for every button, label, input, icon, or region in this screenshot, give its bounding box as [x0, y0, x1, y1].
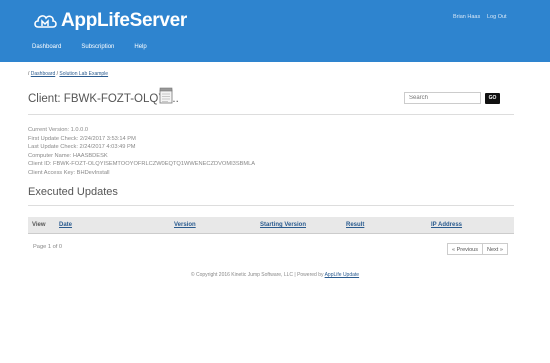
next-page-button[interactable]: Next »: [482, 243, 508, 255]
current-version: Current Version: 1.0.0.0: [28, 127, 89, 133]
breadcrumb-dashboard[interactable]: Dashboard: [31, 71, 55, 77]
client-id: Client ID: FBWK-FOZT-OLQYISEMTOOYOFRLCZW…: [28, 161, 256, 168]
main-nav: Dashboard Subscription Help: [32, 44, 167, 50]
updates-table-header: View Date Version Starting Version Resul…: [28, 217, 514, 234]
column-result[interactable]: Result: [346, 222, 364, 228]
search-go-button[interactable]: GO: [485, 93, 500, 104]
brand-name: AppLifeServer: [61, 10, 187, 31]
breadcrumb: / Dashboard / Solution Lab Example: [28, 71, 109, 77]
top-navigation-bar: AppLifeServer Brian Haas Log Out Dashboa…: [0, 0, 550, 62]
first-update-check: First Update Check: 2/24/2017 3:53:14 PM: [28, 135, 136, 142]
page-title: Client: FBWK-FOZT-OLQYI...: [28, 93, 179, 105]
divider: [28, 205, 514, 206]
footer: © Copyright 2016 Kinetic Jump Software, …: [0, 272, 550, 278]
client-access-key: Client Access Key: BHDevInstall: [28, 169, 110, 176]
nav-help[interactable]: Help: [134, 44, 146, 50]
search-input[interactable]: [404, 92, 481, 104]
user-name-link[interactable]: Brian Haas: [453, 14, 480, 20]
last-update-check: Last Update Check: 2/24/2017 4:03:49 PM: [28, 144, 136, 151]
cloud-icon: [34, 15, 57, 28]
executed-updates-title: Executed Updates: [28, 186, 118, 198]
column-starting-version[interactable]: Starting Version: [260, 222, 306, 228]
applife-update-link[interactable]: AppLife Update: [325, 272, 359, 278]
page-count: Page 1 of 0: [33, 244, 63, 250]
logout-link[interactable]: Log Out: [487, 14, 507, 20]
divider: [28, 114, 514, 115]
column-date[interactable]: Date: [59, 222, 72, 228]
brand-logo[interactable]: AppLifeServer: [33, 8, 187, 34]
notes-icon[interactable]: [158, 87, 175, 104]
column-ip-address[interactable]: IP Address: [431, 222, 462, 228]
client-info: Current Version: 1.0.0.0 First Update Ch…: [28, 126, 255, 178]
previous-page-button[interactable]: « Previous: [447, 243, 483, 255]
breadcrumb-solution-lab[interactable]: Solution Lab Example: [59, 71, 108, 77]
nav-subscription[interactable]: Subscription: [81, 44, 114, 50]
copyright-text: © Copyright 2016 Kinetic Jump Software, …: [190, 272, 325, 278]
column-version[interactable]: Version: [174, 222, 196, 228]
nav-dashboard[interactable]: Dashboard: [32, 44, 61, 50]
column-view: View: [32, 222, 46, 228]
computer-name: Computer Name: HAASBDESK: [28, 152, 108, 159]
